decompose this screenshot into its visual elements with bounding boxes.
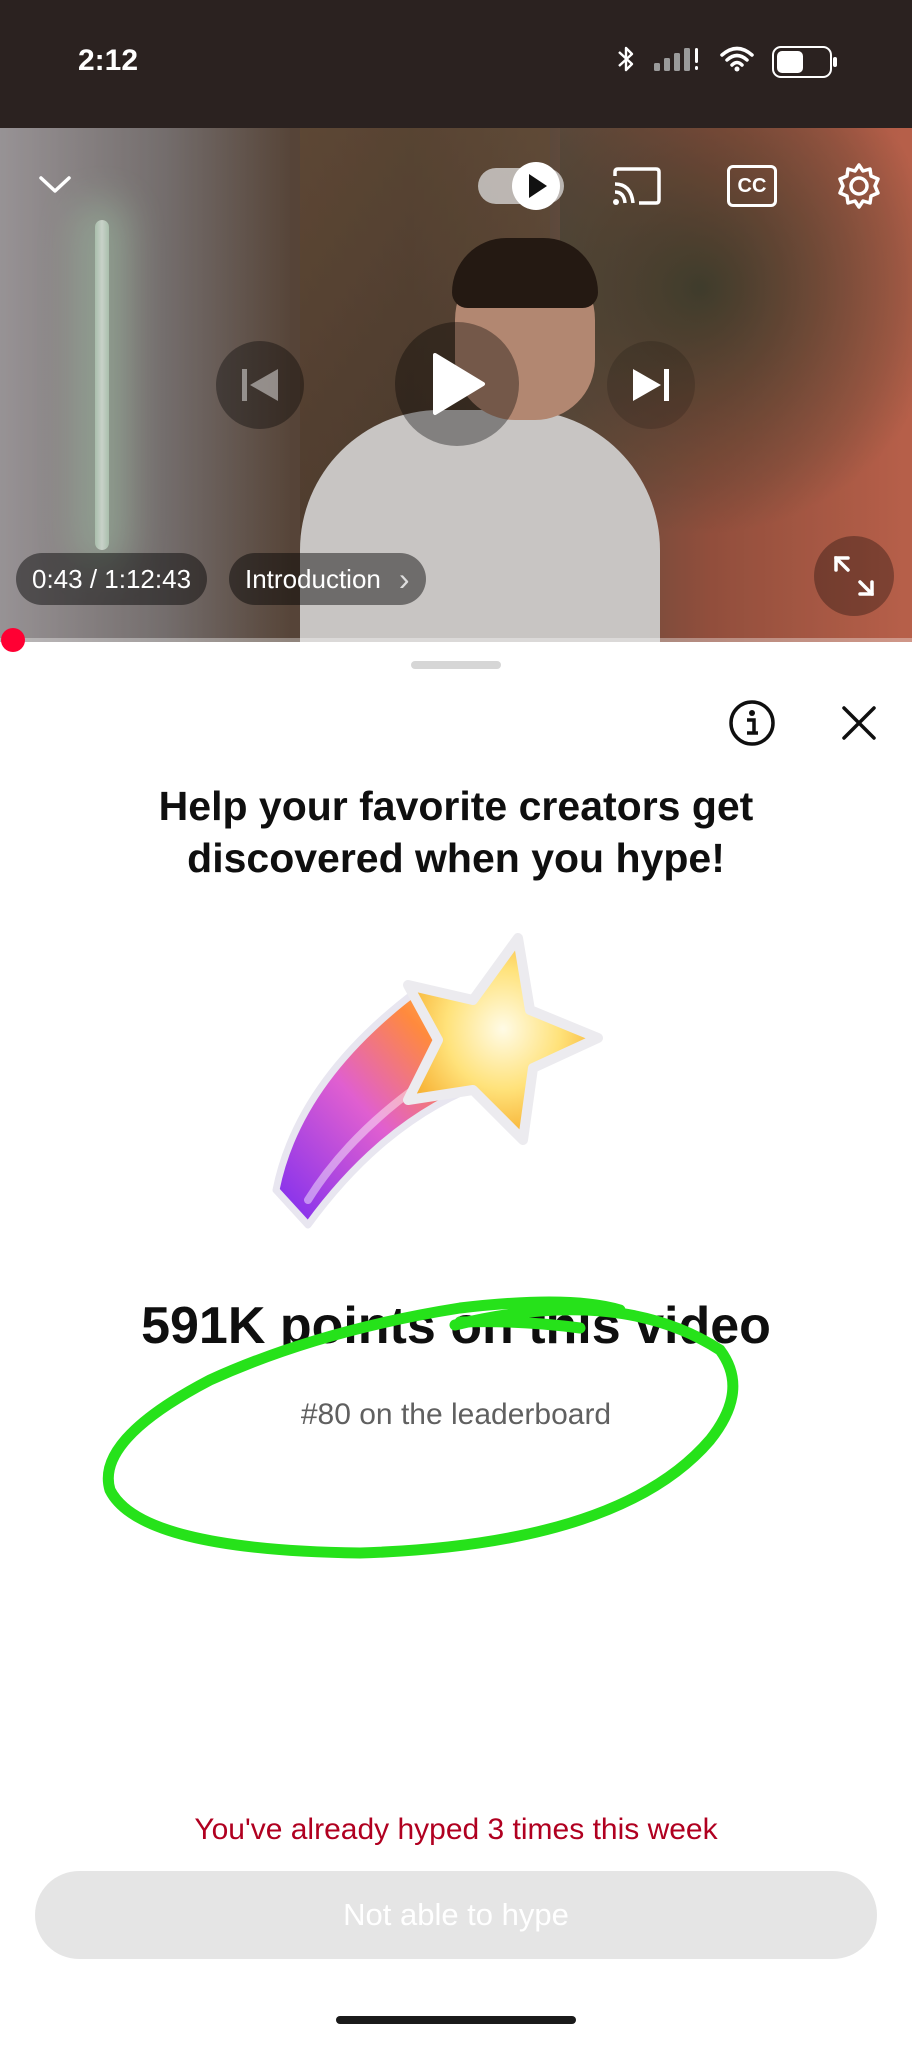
- fullscreen-icon: [834, 556, 874, 596]
- sheet-headline: Help your favorite creators get discover…: [158, 783, 754, 881]
- chapter-chip[interactable]: Introduction ›: [229, 553, 426, 605]
- progress-bar[interactable]: [0, 638, 912, 642]
- next-button[interactable]: [607, 341, 695, 429]
- fullscreen-button[interactable]: [814, 536, 894, 616]
- battery-icon: [772, 45, 837, 78]
- status-icons: [616, 44, 837, 79]
- hype-shooting-star-icon: [268, 930, 648, 1240]
- hype-button-disabled[interactable]: Not able to hype: [35, 1871, 877, 1959]
- status-time: 2:12: [78, 44, 139, 77]
- status-bar: 2:12: [0, 0, 912, 128]
- current-time: 0:43: [32, 563, 83, 594]
- cast-icon[interactable]: [610, 162, 664, 210]
- collapse-chevron-icon[interactable]: [30, 160, 80, 210]
- points-text: 591K points on this video: [141, 1297, 771, 1355]
- previous-button[interactable]: [216, 341, 304, 429]
- progress-scrubber[interactable]: [1, 628, 25, 652]
- leaderboard-rank: #80 on the leaderboard: [300, 1398, 612, 1431]
- autoplay-toggle[interactable]: [476, 160, 566, 212]
- autoplay-toggle-icon: [478, 162, 564, 210]
- chapter-title: Introduction: [245, 563, 381, 594]
- time-separator: /: [82, 563, 105, 594]
- home-indicator[interactable]: [336, 2016, 576, 2024]
- captions-label: CC: [727, 165, 777, 207]
- play-icon: [433, 353, 485, 415]
- next-icon: [633, 369, 669, 401]
- signal-icon: [654, 45, 702, 78]
- settings-gear-icon[interactable]: [834, 160, 884, 212]
- close-icon[interactable]: [834, 697, 884, 749]
- previous-icon: [242, 369, 278, 401]
- duration: 1:12:43: [104, 563, 192, 594]
- chevron-right-icon: ›: [398, 560, 410, 597]
- wifi-icon: [720, 46, 754, 77]
- hype-limit-warning: You've already hyped 3 times this week: [194, 1813, 718, 1846]
- play-button[interactable]: [395, 322, 519, 446]
- time-display: 0:43 / 1:12:43: [16, 553, 208, 605]
- bluetooth-icon: [616, 44, 636, 79]
- captions-icon[interactable]: CC: [726, 162, 778, 210]
- sheet-drag-handle[interactable]: [411, 661, 501, 669]
- info-icon[interactable]: [726, 697, 778, 749]
